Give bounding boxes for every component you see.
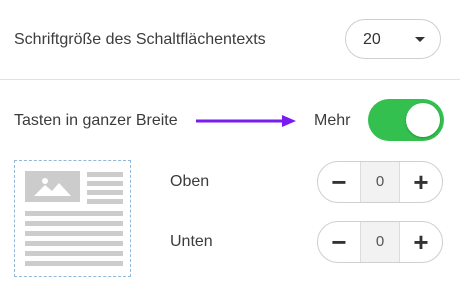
text-line: [87, 199, 123, 204]
text-line: [25, 251, 123, 256]
text-line: [87, 190, 123, 195]
text-line: [87, 181, 123, 186]
top-decrement-button[interactable]: −: [318, 162, 360, 202]
bottom-decrement-button[interactable]: −: [318, 222, 360, 262]
font-size-select[interactable]: 20: [345, 19, 441, 59]
chevron-down-icon: [415, 37, 425, 42]
full-width-toggle[interactable]: [368, 99, 444, 141]
font-size-row: Schriftgröße des Schaltflächentexts 20: [0, 0, 460, 80]
image-placeholder-icon: [25, 171, 80, 202]
toggle-label: Mehr: [314, 112, 351, 129]
full-width-label: Tasten in ganzer Breite: [14, 112, 178, 129]
text-line: [25, 211, 123, 216]
top-increment-button[interactable]: +: [400, 162, 442, 202]
bottom-increment-button[interactable]: +: [400, 222, 442, 262]
divider: [0, 79, 460, 80]
toggle-knob: [406, 103, 440, 137]
bottom-spacing-label: Unten: [170, 233, 213, 250]
top-spacing-stepper: − 0 +: [317, 161, 443, 203]
font-size-label: Schriftgröße des Schaltflächentexts: [14, 31, 266, 48]
text-line: [87, 172, 123, 177]
top-spacing-label: Oben: [170, 173, 210, 190]
text-line: [25, 241, 123, 246]
top-spacing-input[interactable]: 0: [360, 162, 400, 202]
arrow-right-icon: [196, 115, 296, 127]
picture-icon: [34, 178, 71, 196]
font-size-value: 20: [363, 31, 381, 48]
bottom-spacing-stepper: − 0 +: [317, 221, 443, 263]
button-preview-illustration: [14, 160, 131, 277]
bottom-spacing-input[interactable]: 0: [360, 222, 400, 262]
text-line: [25, 261, 123, 266]
text-line: [25, 231, 123, 236]
text-line: [25, 221, 123, 226]
